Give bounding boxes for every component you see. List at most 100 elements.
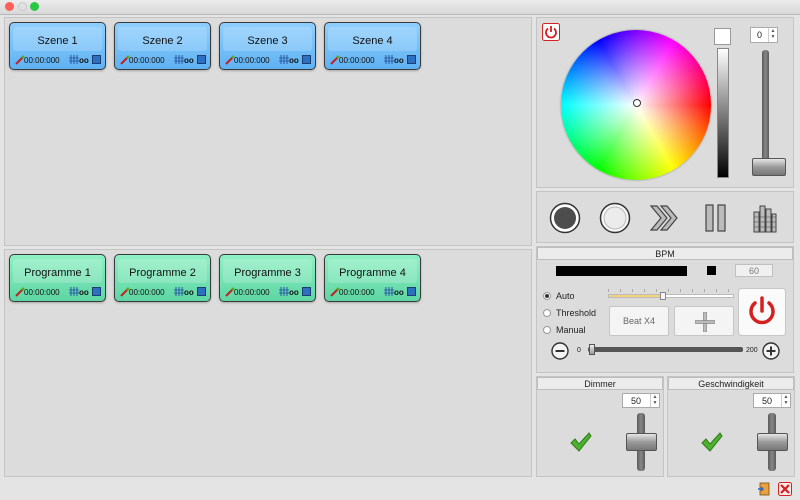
speed-slider-knob[interactable] — [757, 433, 788, 451]
minimize-window-button[interactable] — [18, 2, 27, 11]
export-icon[interactable] — [757, 482, 771, 496]
pause-icon[interactable] — [705, 204, 727, 232]
threshold-slider-fill — [609, 295, 663, 297]
close-window-button[interactable] — [5, 2, 14, 11]
bpm-range-max: 200 — [746, 347, 758, 354]
transport-panel — [536, 191, 794, 243]
scene-tile[interactable]: Szene 4 00:00:000 oo — [324, 22, 421, 70]
threshold-ticks — [608, 289, 734, 292]
loop-icon — [69, 287, 79, 296]
program-tile[interactable]: Programme 3 00:00:000 oo — [219, 254, 316, 302]
edit-icon[interactable] — [92, 55, 101, 64]
dimmer-value: 50 — [631, 396, 642, 406]
stop-icon[interactable] — [599, 202, 631, 234]
edit-icon[interactable] — [197, 55, 206, 64]
record-icon[interactable] — [549, 202, 581, 234]
color-panel: 0 ▲ ▼ — [536, 17, 794, 188]
loop-icon — [384, 287, 394, 296]
bpm-power-icon[interactable] — [738, 288, 786, 336]
scene-title: Szene 3 — [247, 35, 288, 47]
mode-label-manual: Manual — [556, 325, 586, 335]
beat-indicator — [707, 266, 716, 275]
program-loop-count: oo — [394, 288, 404, 297]
loop-icon — [279, 55, 289, 64]
edit-icon[interactable] — [302, 287, 311, 296]
scene-loop-count: oo — [79, 56, 89, 65]
bpm-value-field: 60 — [735, 264, 773, 277]
bpm-increase-icon[interactable] — [762, 342, 780, 360]
threshold-slider[interactable] — [608, 294, 734, 298]
threshold-slider-knob[interactable] — [659, 292, 666, 300]
stepper-arrows-icon[interactable]: ▲ ▼ — [768, 28, 777, 42]
program-loop-count: oo — [289, 288, 299, 297]
edit-icon[interactable] — [407, 55, 416, 64]
program-tile[interactable]: Programme 1 00:00:000 oo — [9, 254, 106, 302]
zoom-window-button[interactable] — [30, 2, 39, 11]
tap-button[interactable] — [674, 306, 734, 336]
bpm-decrease-icon[interactable] — [551, 342, 569, 360]
speed-check-icon[interactable] — [701, 432, 723, 452]
scene-title: Szene 4 — [352, 35, 393, 47]
scene-tile[interactable]: Szene 2 00:00:000 oo — [114, 22, 211, 70]
brightness-bar[interactable] — [717, 48, 729, 178]
color-wheel-cursor[interactable] — [633, 99, 641, 107]
program-title: Programme 4 — [339, 267, 406, 279]
loop-icon — [69, 55, 79, 64]
program-loop-count: oo — [79, 288, 89, 297]
bpm-range-knob[interactable] — [589, 344, 595, 355]
loop-icon — [279, 287, 289, 296]
speed-value-stepper[interactable]: 50 ▲ ▼ — [753, 393, 791, 408]
close-icon[interactable] — [778, 482, 792, 496]
program-loop-count: oo — [184, 288, 194, 297]
crosshair-icon — [695, 312, 715, 332]
program-duration: 00:00:000 — [24, 288, 60, 297]
bpm-title: BPM — [537, 247, 793, 260]
dimmer-value-stepper[interactable]: 50 ▲ ▼ — [622, 393, 660, 408]
scene-loop-count: oo — [184, 56, 194, 65]
programs-panel: Programme 1 00:00:000 oo Programme 2 00:00:0… — [4, 249, 532, 477]
loop-icon — [384, 55, 394, 64]
edit-icon[interactable] — [92, 287, 101, 296]
scene-title: Szene 2 — [142, 35, 183, 47]
bpm-panel: BPM 60 Auto Threshold Manual Beat X4 0 200 — [536, 246, 794, 373]
fast-forward-icon[interactable] — [649, 204, 679, 232]
scene-loop-count: oo — [394, 56, 404, 65]
scene-loop-count: oo — [289, 56, 299, 65]
program-title: Programme 1 — [24, 267, 91, 279]
bpm-range-min: 0 — [577, 347, 581, 354]
dimmer-slider-knob[interactable] — [626, 433, 657, 451]
color-level-knob[interactable] — [752, 158, 786, 176]
program-tile[interactable]: Programme 2 00:00:000 oo — [114, 254, 211, 302]
edit-icon[interactable] — [302, 55, 311, 64]
beat-x4-button[interactable]: Beat X4 — [609, 306, 669, 336]
power-icon[interactable] — [542, 23, 560, 41]
color-value: 0 — [757, 30, 763, 40]
edit-icon[interactable] — [197, 287, 206, 296]
scene-tile[interactable]: Szene 3 00:00:000 oo — [219, 22, 316, 70]
stepper-arrows-icon[interactable]: ▲ ▼ — [650, 394, 659, 407]
program-tile[interactable]: Programme 4 00:00:000 oo — [324, 254, 421, 302]
edit-icon[interactable] — [407, 287, 416, 296]
stepper-arrows-icon[interactable]: ▲ ▼ — [781, 394, 790, 407]
program-title: Programme 2 — [129, 267, 196, 279]
dimmer-check-icon[interactable] — [570, 432, 592, 452]
scene-duration: 00:00:000 — [339, 56, 375, 65]
loop-icon — [174, 55, 184, 64]
dimmer-title: Dimmer — [537, 377, 663, 390]
speed-value: 50 — [762, 396, 773, 406]
mode-radio-threshold[interactable] — [543, 309, 551, 317]
speed-panel: Geschwindigkeit 50 ▲ ▼ — [667, 376, 795, 477]
color-preview-swatch — [714, 28, 731, 45]
dimmer-panel: Dimmer 50 ▲ ▼ — [536, 376, 664, 477]
bpm-level-meter — [556, 266, 687, 276]
bpm-range-track[interactable] — [588, 347, 743, 352]
color-value-stepper[interactable]: 0 ▲ ▼ — [750, 27, 778, 43]
scene-tile[interactable]: Szene 1 00:00:000 oo — [9, 22, 106, 70]
mode-radio-auto[interactable] — [543, 292, 551, 300]
equalizer-icon[interactable] — [753, 203, 777, 233]
window-titlebar — [0, 0, 800, 15]
program-title: Programme 3 — [234, 267, 301, 279]
loop-icon — [174, 287, 184, 296]
scene-duration: 00:00:000 — [129, 56, 165, 65]
mode-radio-manual[interactable] — [543, 326, 551, 334]
